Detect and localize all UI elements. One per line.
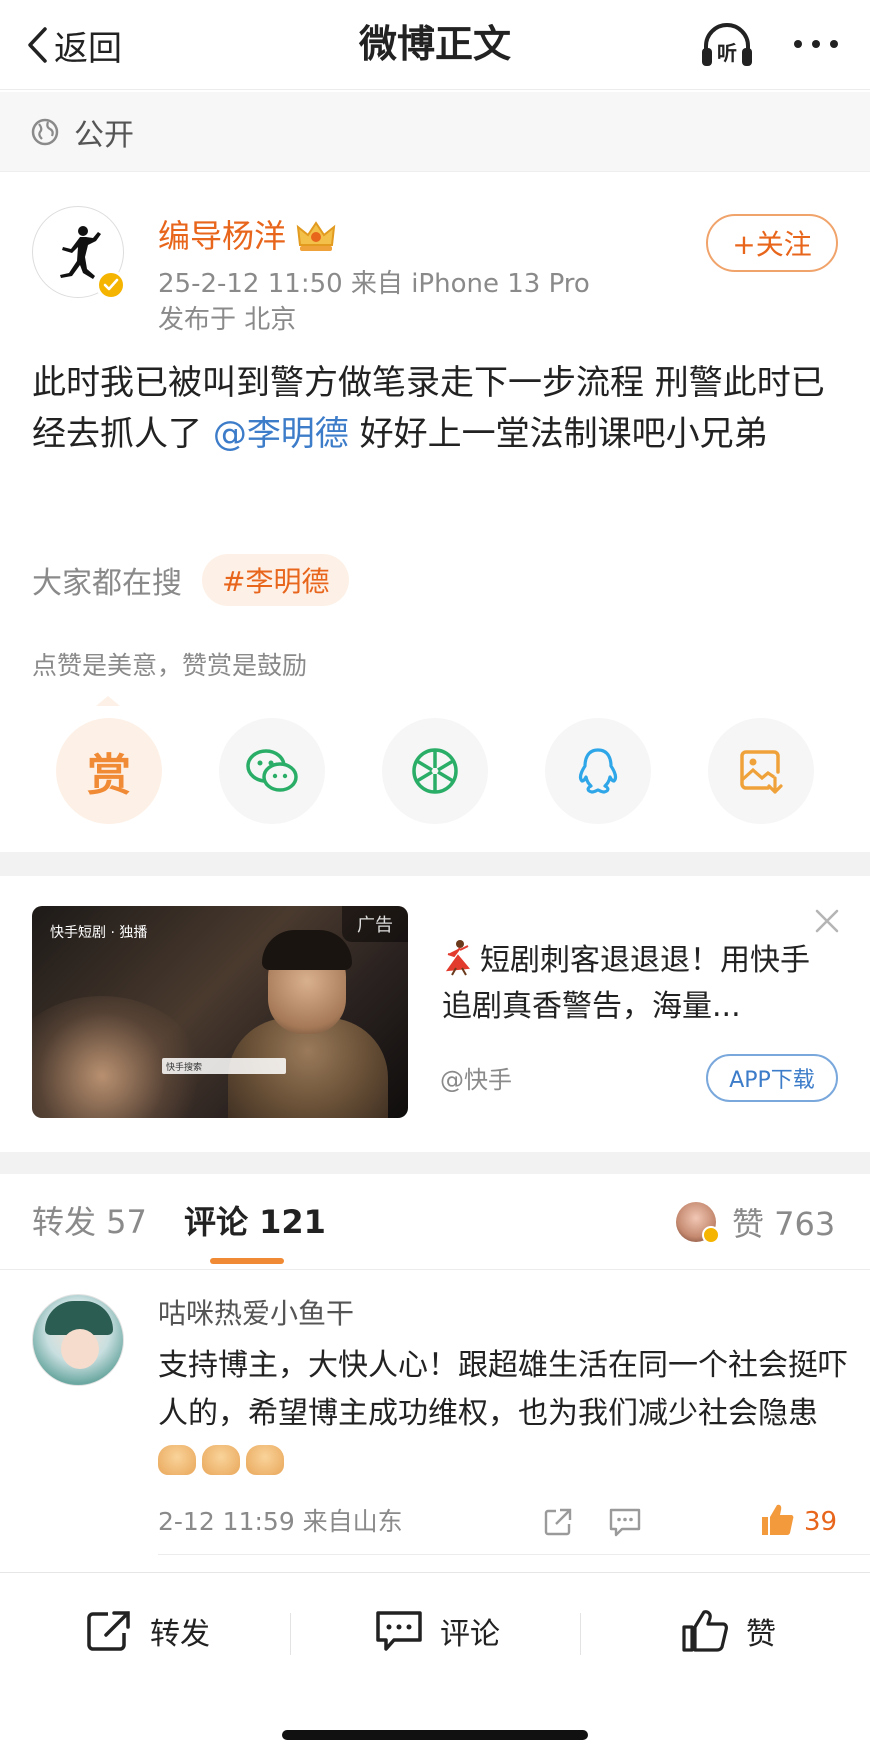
listen-button[interactable]: 听	[700, 20, 754, 70]
mention-link[interactable]: @李明德	[213, 414, 349, 454]
ad-image-hair	[262, 930, 352, 970]
repost-button[interactable]: 转发	[84, 1603, 210, 1659]
comment-divider	[158, 1554, 870, 1555]
comment-label: 评论	[440, 1617, 500, 1652]
likes-label: 赞 763	[732, 1205, 836, 1243]
like-label: 赞	[746, 1617, 776, 1652]
tip-arrow	[96, 696, 120, 706]
ad-title: 短剧刺客退退退！用快手追剧真香警告，海量...	[442, 938, 822, 1030]
bottom-action-bar: 转发 评论 赞	[0, 1572, 870, 1698]
more-button[interactable]	[790, 24, 842, 64]
visibility-bar: 公开	[0, 92, 870, 172]
comment-like-count: 39	[804, 1507, 838, 1537]
dancer-emoji-icon	[445, 940, 470, 976]
close-icon	[815, 909, 839, 933]
ad-image[interactable]: 快手短剧 · 独播 快手搜索 广告	[32, 906, 408, 1118]
ad-title-text: 短剧刺客退退退！用快手追剧真香警告，海量...	[442, 943, 810, 1024]
comment-time: 2-12 11:59 来自山东	[158, 1507, 403, 1536]
author-name[interactable]: 编导杨洋	[158, 216, 286, 256]
visibility-label: 公开	[74, 117, 134, 153]
more-dots-icon	[794, 40, 838, 48]
ad-tag: 广告	[342, 906, 408, 942]
share-moments-button[interactable]	[382, 718, 488, 824]
post-location: 发布于 北京	[158, 305, 297, 335]
like-thumb-icon[interactable]	[758, 1502, 796, 1538]
section-gap	[0, 1152, 870, 1174]
comment-bubble-icon	[376, 1611, 422, 1651]
ad-image-searchbox: 快手搜索	[162, 1058, 286, 1074]
share-icon[interactable]	[542, 1506, 574, 1538]
liker-avatar	[676, 1202, 720, 1244]
crown-vip-icon	[296, 221, 336, 251]
follow-button[interactable]: +关注	[706, 214, 838, 272]
image-download-icon	[740, 750, 783, 794]
comment-button[interactable]: 评论	[374, 1603, 500, 1659]
share-qq-button[interactable]	[545, 718, 651, 824]
pray-emoji-icon	[202, 1445, 240, 1475]
divider	[580, 1613, 581, 1655]
ad-image-blur	[32, 996, 202, 1118]
trending-search: 大家都在搜 #李明德	[32, 552, 350, 608]
qq-penguin-icon	[578, 748, 618, 794]
share-row: 赏	[56, 718, 816, 824]
post-meta: 25-2-12 11:50 来自 iPhone 13 Pro	[158, 269, 590, 299]
comment-footer: 2-12 11:59 来自山东 39	[158, 1502, 848, 1542]
ad-source: @快手	[440, 1066, 512, 1094]
globe-icon	[31, 118, 59, 145]
post-text-part2: 好好上一堂法制课吧小兄弟	[348, 414, 768, 454]
save-image-button[interactable]	[708, 718, 814, 824]
comment-item: 咕咪热爱小鱼干 支持博主，大快人心！跟超雄生活在同一个社会挺吓人的，希望博主成功…	[0, 1270, 870, 1570]
like-button[interactable]: 赞	[680, 1603, 776, 1659]
commenter-name[interactable]: 咕咪热爱小鱼干	[158, 1294, 354, 1334]
ad-close-button[interactable]	[812, 906, 842, 936]
nav-bar: 返回 微博正文 听	[0, 0, 870, 90]
divider	[290, 1613, 291, 1655]
reward-tip: 点赞是美意，赞赏是鼓励	[32, 651, 308, 680]
camera-aperture-icon	[412, 748, 458, 794]
post-card: 编导杨洋 25-2-12 11:50 来自 iPhone 13 Pro 发布于 …	[0, 172, 870, 852]
tab-likes[interactable]: 赞 763	[676, 1200, 835, 1244]
comment-body: 支持博主，大快人心！跟超雄生活在同一个社会挺吓人的，希望博主成功维权，也为我们减…	[158, 1348, 848, 1431]
ad-card[interactable]: 快手短剧 · 独播 快手搜索 广告 短剧刺客退退退！用快手追剧真香警告，海量..…	[0, 876, 870, 1152]
tab-comments[interactable]: 评论 121	[184, 1200, 326, 1244]
ad-image-brand: 快手短剧 · 独播	[50, 925, 148, 941]
tab-repost[interactable]: 转发 57	[32, 1200, 147, 1244]
commenter-avatar[interactable]	[32, 1294, 124, 1386]
ad-download-button[interactable]: APP下载	[706, 1054, 838, 1102]
repost-icon	[87, 1611, 130, 1651]
comment-icon[interactable]	[608, 1506, 642, 1538]
pray-emoji-icon	[246, 1445, 284, 1475]
post-body: 此时我已被叫到警方做笔录走下一步流程 刑警此时已经去抓人了 @李明德 好好上一堂…	[32, 358, 842, 460]
pray-emoji-icon	[158, 1445, 196, 1475]
reward-button[interactable]: 赏	[56, 718, 162, 824]
repost-label: 转发	[150, 1617, 210, 1652]
home-indicator	[282, 1730, 588, 1740]
wechat-icon	[246, 749, 298, 792]
headphones-icon: 听	[702, 23, 752, 66]
trending-label: 大家都在搜	[32, 566, 182, 601]
thumb-up-icon	[682, 1610, 728, 1652]
active-tab-indicator	[210, 1258, 284, 1264]
section-gap	[0, 852, 870, 876]
share-wechat-button[interactable]	[219, 718, 325, 824]
reward-label: 赏	[87, 750, 131, 801]
comment-text: 支持博主，大快人心！跟超雄生活在同一个社会挺吓人的，希望博主成功维权，也为我们减…	[158, 1342, 848, 1486]
avatar-face	[61, 1329, 99, 1369]
trending-tag[interactable]: #李明德	[202, 554, 350, 606]
author-name-row: 编导杨洋	[158, 216, 336, 256]
listen-label: 听	[717, 41, 737, 65]
interaction-tabs: 转发 57 评论 121 赞 763	[0, 1174, 870, 1270]
verified-badge-icon	[96, 270, 126, 300]
